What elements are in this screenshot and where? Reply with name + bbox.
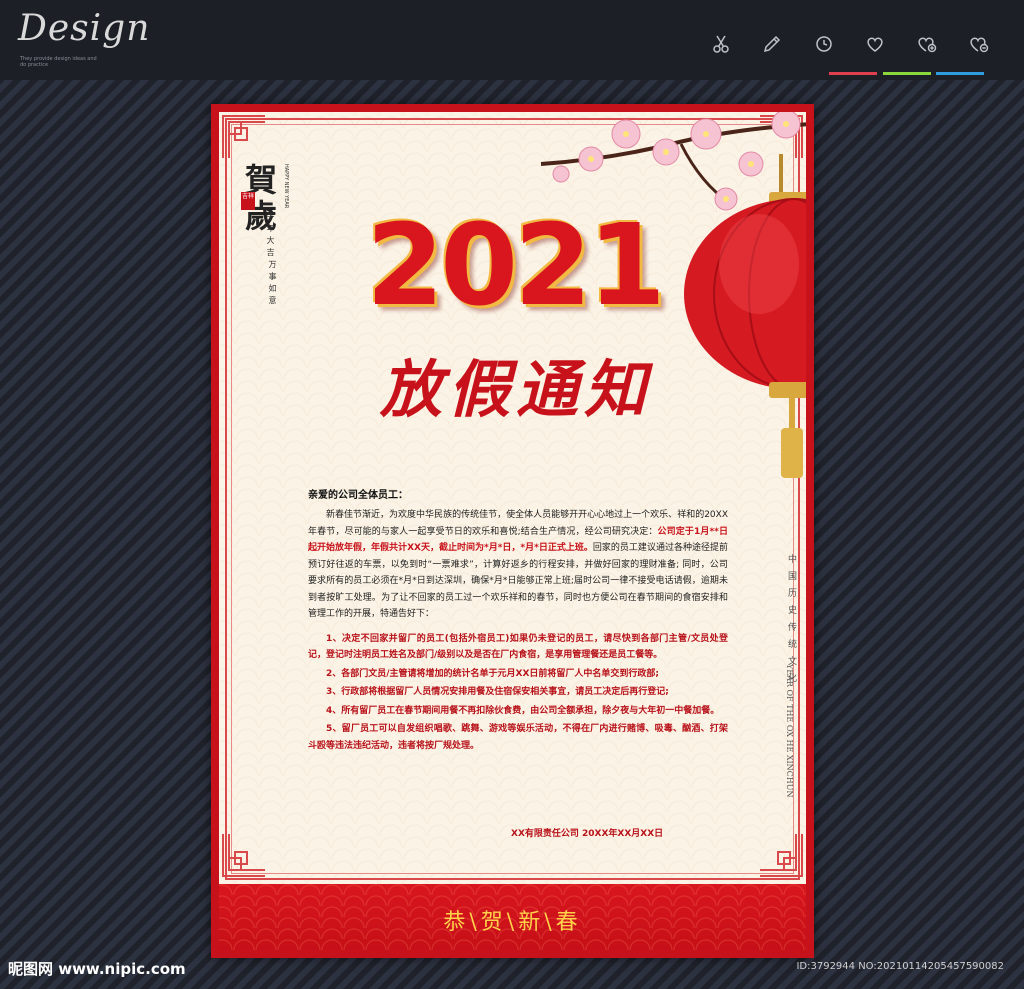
watermark-brand: 昵图网 www.nipic.com xyxy=(8,960,186,978)
frame-corner-bottom-left xyxy=(222,834,265,877)
notice-letter: 亲爱的公司全体员工： 新春佳节渐近，为欢度中华民族的传统佳节，使全体人员能够开开… xyxy=(308,486,728,756)
notice-items: 1、决定不回家并留厂的员工(包括外宿员工)如果仍未登记的员工，请尽快到各部门主管… xyxy=(308,631,728,755)
holiday-notice-poster: 賀歲 吉祥 HAPPY NEW YEAR 牛年大吉 万事如意 2021 放假通知… xyxy=(211,104,814,958)
notice-item: 5、留厂员工可以自发组织唱歌、跳舞、游戏等娱乐活动，不得在厂内进行赌博、吸毒、酗… xyxy=(308,724,728,751)
toolbar xyxy=(700,33,1000,63)
design-logo: Design They provide design ideas and do … xyxy=(18,8,151,72)
year-graphic: 2021 xyxy=(354,204,674,329)
seal-vertical-text-2: 万事如意 xyxy=(268,260,277,308)
side-english-text: YEAR OF THE OX HE XINCHUN xyxy=(785,664,794,798)
travel-advice-text: 回家的员工建议通过各种途径提前预订好往返的车票，以免到时“一票难求”，计算好返乡… xyxy=(308,543,728,619)
clock-icon[interactable] xyxy=(813,33,835,55)
red-lantern xyxy=(684,154,814,478)
scissors-icon[interactable] xyxy=(710,33,732,55)
top-bar: Design They provide design ideas and do … xyxy=(0,0,1024,80)
heart-remove-icon[interactable] xyxy=(968,33,990,55)
salutation: 亲爱的公司全体员工： xyxy=(308,490,408,501)
heart-add-underline xyxy=(883,72,931,75)
heart-add-icon[interactable] xyxy=(916,33,938,55)
heart-remove-underline xyxy=(936,72,984,75)
signature: XX有限责任公司 20XX年XX月XX日 xyxy=(511,829,664,839)
heart-underline xyxy=(829,72,877,75)
notice-item: 4、所有留厂员工在春节期间用餐不再扣除伙食费，由公司全额承担，除夕夜与大年初一中… xyxy=(326,705,720,716)
greeting-text: 恭\贺\新\春 xyxy=(443,910,582,935)
frame-corner-bottom-right xyxy=(760,834,803,877)
image-id-text: ID:3792944 NO:20210114205457590082 xyxy=(796,961,1004,972)
seal-english: HAPPY NEW YEAR xyxy=(283,164,289,209)
seal-vertical-text-1: 牛年大吉 xyxy=(266,212,275,260)
notice-item: 2、各部门文员/主管请将增加的统计名单于元月XX日前将留厂人中名单交到行政部; xyxy=(326,668,660,679)
frame-corner-top-left xyxy=(222,115,265,158)
pencil-icon[interactable] xyxy=(761,33,783,55)
seal-stamp: 吉祥 xyxy=(241,192,255,210)
notice-title: 放假通知 xyxy=(379,353,652,426)
year-text: 2021 xyxy=(366,201,666,331)
heart-icon[interactable] xyxy=(864,33,886,55)
logo-subtitle: They provide design ideas and do practic… xyxy=(20,56,97,68)
logo-text: Design xyxy=(18,8,151,49)
intro-paragraph: 新春佳节渐近，为欢度中华民族的传统佳节，使全体人员能够开开心心地过上一个欢乐、祥… xyxy=(308,507,728,623)
notice-item: 1、决定不回家并留厂的员工(包括外宿员工)如果仍未登记的员工，请尽快到各部门主管… xyxy=(308,633,728,661)
notice-item: 3、行政部将根据留厂人员情况安排用餐及住宿保安相关事宜，请员工决定后再行登记; xyxy=(326,687,669,697)
